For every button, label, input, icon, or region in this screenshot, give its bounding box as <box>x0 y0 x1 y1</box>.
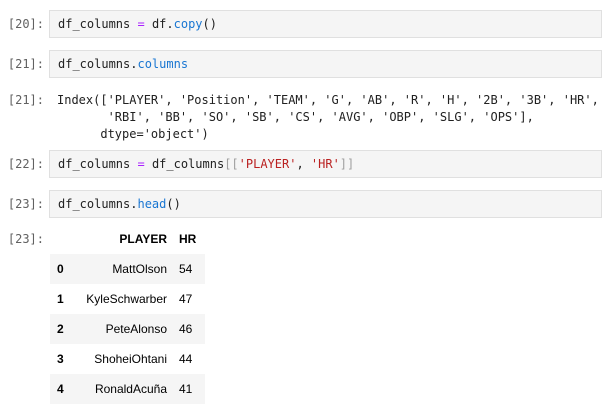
row-index: 4 <box>57 382 64 396</box>
code-cell[interactable]: df_columns.head() <box>49 190 602 218</box>
code-cell[interactable]: df_columns.columns <box>49 50 602 78</box>
player-cell: RonaldAcuña <box>94 382 167 396</box>
output-line: Index(['PLAYER', 'Position', 'TEAM', 'G'… <box>57 93 599 107</box>
table-row: 0 MattOlson 54 <box>50 254 205 284</box>
player-cell: ShoheiOhtani <box>94 352 167 366</box>
column-header-player: PLAYER <box>119 232 167 246</box>
code-token: = <box>130 17 152 31</box>
output-prompt: [21]: <box>7 93 44 107</box>
hr-cell: 54 <box>179 262 193 276</box>
code-token: = <box>130 157 152 171</box>
code-token: df_columns <box>151 157 225 171</box>
hr-cell: 44 <box>179 352 193 366</box>
player-cell: PeteAlonso <box>105 322 167 336</box>
code-token: head <box>137 197 167 211</box>
cell-prompt: [20]: <box>7 17 44 31</box>
code-token: () <box>202 17 217 31</box>
code-token: df_columns <box>58 197 131 211</box>
table-row: 1 KyleSchwarber 47 <box>50 284 205 314</box>
table-row: 2 PeteAlonso 46 <box>50 314 205 344</box>
code-token: columns <box>137 57 189 71</box>
code-token: ]] <box>339 157 355 171</box>
code-token: () <box>166 197 181 211</box>
column-header-hr: HR <box>179 232 197 246</box>
table-row: 3 ShoheiOhtani 44 <box>50 344 205 374</box>
output-line: 'RBI', 'BB', 'SO', 'SB', 'CS', 'AVG', 'O… <box>57 110 534 124</box>
code-token: . <box>166 17 174 31</box>
index-output: Index(['PLAYER', 'Position', 'TEAM', 'G'… <box>57 92 599 143</box>
row-index: 0 <box>57 262 64 276</box>
cell-prompt: [23]: <box>7 197 44 211</box>
code-token: 'HR' <box>310 157 340 171</box>
code-token: df_columns <box>58 17 131 31</box>
code-token: df_columns <box>58 157 131 171</box>
hr-cell: 41 <box>179 382 193 396</box>
code-token: [[ <box>224 157 239 171</box>
row-index: 3 <box>57 352 64 366</box>
code-cell[interactable]: df_columns = df_columns[['PLAYER', 'HR']… <box>49 150 602 178</box>
code-token: df_columns <box>58 57 131 71</box>
code-token: copy <box>173 17 203 31</box>
row-index: 2 <box>57 322 64 336</box>
table-header-row: PLAYER HR <box>50 224 205 254</box>
output-prompt: [23]: <box>7 232 44 246</box>
cell-prompt: [21]: <box>7 57 44 71</box>
code-token: , <box>296 157 311 171</box>
code-token: 'PLAYER' <box>238 157 297 171</box>
code-token: df <box>151 17 167 31</box>
index-header <box>50 224 71 254</box>
player-cell: MattOlson <box>112 262 167 276</box>
dataframe-table: PLAYER HR 0 MattOlson 54 1 KyleSchwarber… <box>50 224 205 404</box>
output-line: dtype='object') <box>57 127 209 141</box>
hr-cell: 47 <box>179 292 193 306</box>
player-cell: KyleSchwarber <box>86 292 167 306</box>
table-row: 4 RonaldAcuña 41 <box>50 374 205 404</box>
code-cell[interactable]: df_columns = df.copy() <box>49 10 602 38</box>
row-index: 1 <box>57 292 64 306</box>
cell-prompt: [22]: <box>7 157 44 171</box>
hr-cell: 46 <box>179 322 193 336</box>
